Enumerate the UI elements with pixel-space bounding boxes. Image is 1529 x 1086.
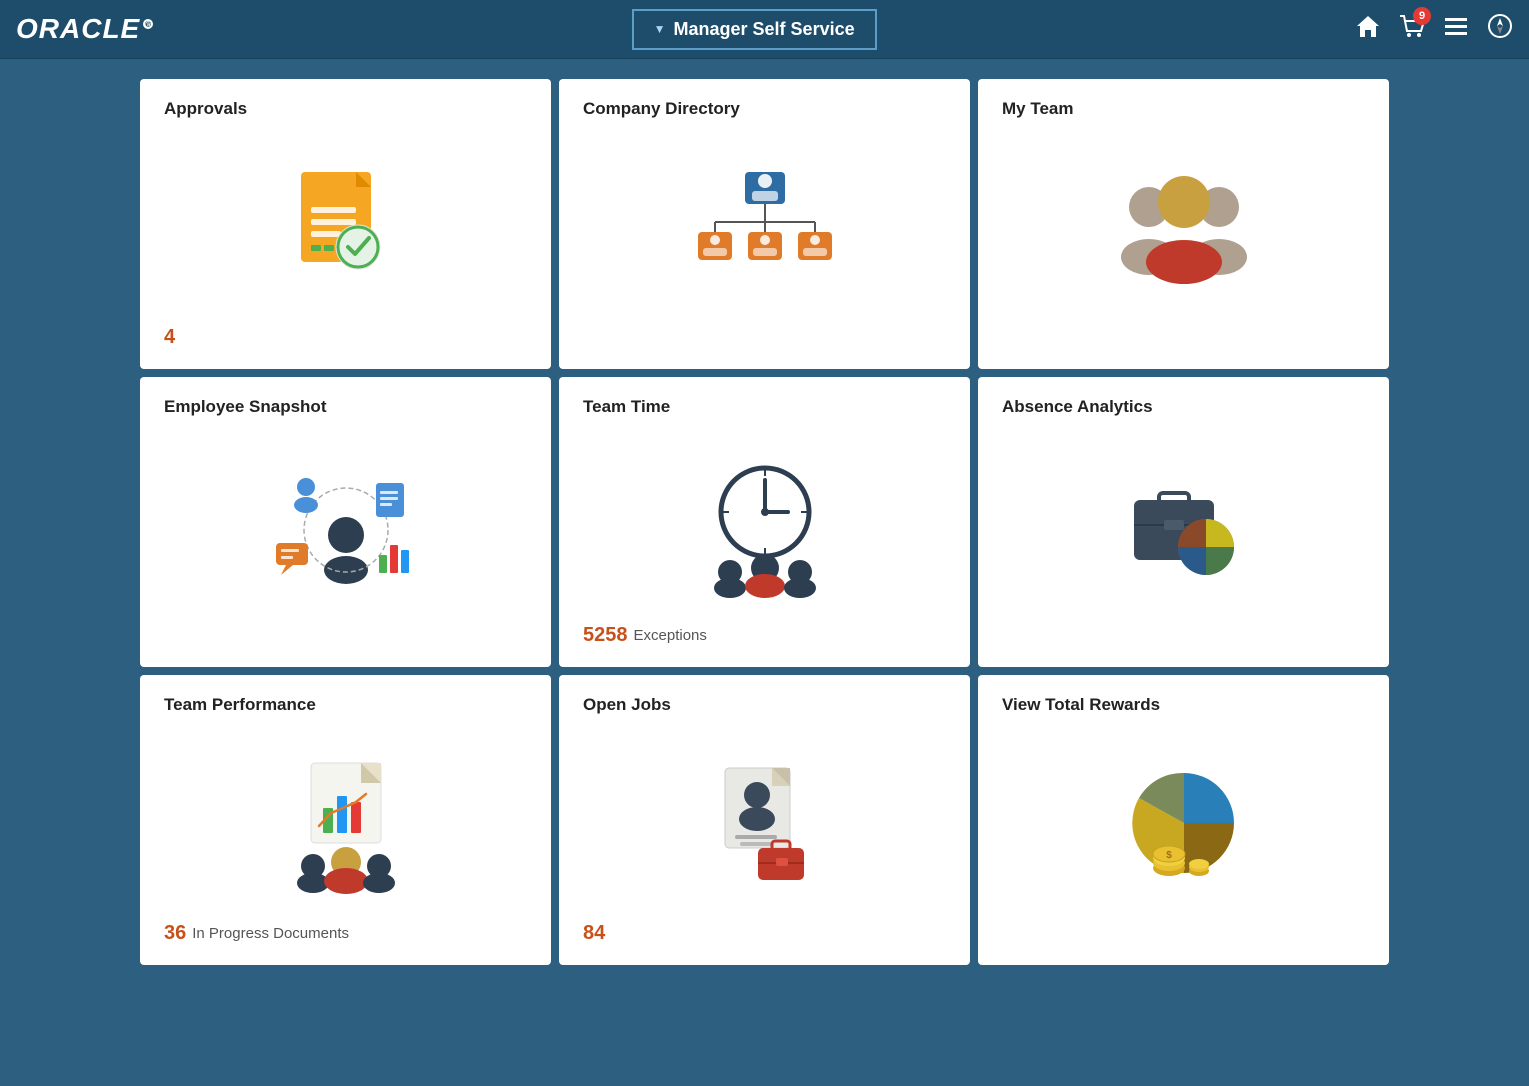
absence-analytics-footer xyxy=(1002,623,1365,647)
employee-snapshot-icon-area xyxy=(164,427,527,623)
open-jobs-title: Open Jobs xyxy=(583,695,946,715)
company-directory-icon-area xyxy=(583,129,946,325)
menu-icon[interactable] xyxy=(1443,13,1469,45)
team-performance-icon xyxy=(281,758,411,888)
team-time-footer: 5258 Exceptions xyxy=(583,623,946,647)
approvals-number: 4 xyxy=(164,326,175,349)
open-jobs-icon xyxy=(710,763,820,883)
employee-snapshot-footer xyxy=(164,623,527,647)
my-team-icon xyxy=(1119,167,1249,287)
main-content: Approvals xyxy=(0,59,1529,985)
nav-dropdown-arrow: ▼ xyxy=(654,22,666,36)
approvals-tile[interactable]: Approvals xyxy=(140,79,551,369)
header-left: ORACLE® xyxy=(16,13,153,45)
absence-analytics-icon xyxy=(1124,465,1244,585)
home-icon[interactable] xyxy=(1355,13,1381,45)
employee-snapshot-icon xyxy=(271,465,421,585)
absence-analytics-icon-area xyxy=(1002,427,1365,623)
company-directory-tile[interactable]: Company Directory xyxy=(559,79,970,369)
approvals-icon-area xyxy=(164,129,527,325)
employee-snapshot-tile[interactable]: Employee Snapshot xyxy=(140,377,551,667)
my-team-footer xyxy=(1002,325,1365,349)
team-time-footer-text: Exceptions xyxy=(634,627,707,644)
team-time-tile[interactable]: Team Time xyxy=(559,377,970,667)
absence-analytics-title: Absence Analytics xyxy=(1002,397,1365,417)
view-total-rewards-tile[interactable]: View Total Rewards xyxy=(978,675,1389,965)
header-right: 9 xyxy=(1355,13,1513,45)
view-total-rewards-footer xyxy=(1002,921,1365,945)
approvals-footer: 4 xyxy=(164,325,527,349)
compass-icon[interactable] xyxy=(1487,13,1513,45)
oracle-logo: ORACLE® xyxy=(16,13,153,45)
team-performance-footer-text: In Progress Documents xyxy=(192,925,349,942)
open-jobs-footer: 84 xyxy=(583,921,946,945)
cart-icon[interactable]: 9 xyxy=(1399,13,1425,45)
view-total-rewards-icon-area: $ xyxy=(1002,725,1365,921)
approvals-icon xyxy=(286,167,406,287)
team-time-number: 5258 xyxy=(583,624,628,647)
open-jobs-tile[interactable]: Open Jobs xyxy=(559,675,970,965)
view-total-rewards-title: View Total Rewards xyxy=(1002,695,1365,715)
team-performance-footer: 36 In Progress Documents xyxy=(164,921,527,945)
registered-mark: ® xyxy=(143,19,153,29)
employee-snapshot-title: Employee Snapshot xyxy=(164,397,527,417)
my-team-title: My Team xyxy=(1002,99,1365,119)
header: ORACLE® ▼ Manager Self Service 9 xyxy=(0,0,1529,59)
svg-text:$: $ xyxy=(1166,850,1172,861)
team-performance-tile[interactable]: Team Performance xyxy=(140,675,551,965)
team-time-title: Team Time xyxy=(583,397,946,417)
header-center: ▼ Manager Self Service xyxy=(632,9,877,50)
absence-analytics-tile[interactable]: Absence Analytics xyxy=(978,377,1389,667)
company-directory-title: Company Directory xyxy=(583,99,946,119)
nav-title-label: Manager Self Service xyxy=(674,19,855,40)
tiles-grid: Approvals xyxy=(140,79,1389,965)
open-jobs-icon-area xyxy=(583,725,946,921)
team-performance-number: 36 xyxy=(164,922,186,945)
team-performance-title: Team Performance xyxy=(164,695,527,715)
team-time-icon-area xyxy=(583,427,946,623)
team-time-icon xyxy=(700,460,830,590)
approvals-title: Approvals xyxy=(164,99,527,119)
company-directory-footer xyxy=(583,325,946,349)
team-performance-icon-area xyxy=(164,725,527,921)
open-jobs-number: 84 xyxy=(583,922,605,945)
cart-badge: 9 xyxy=(1413,7,1431,25)
company-directory-icon xyxy=(695,167,835,287)
nav-title-button[interactable]: ▼ Manager Self Service xyxy=(632,9,877,50)
my-team-icon-area xyxy=(1002,129,1365,325)
my-team-tile[interactable]: My Team xyxy=(978,79,1389,369)
total-rewards-icon: $ xyxy=(1114,763,1254,883)
